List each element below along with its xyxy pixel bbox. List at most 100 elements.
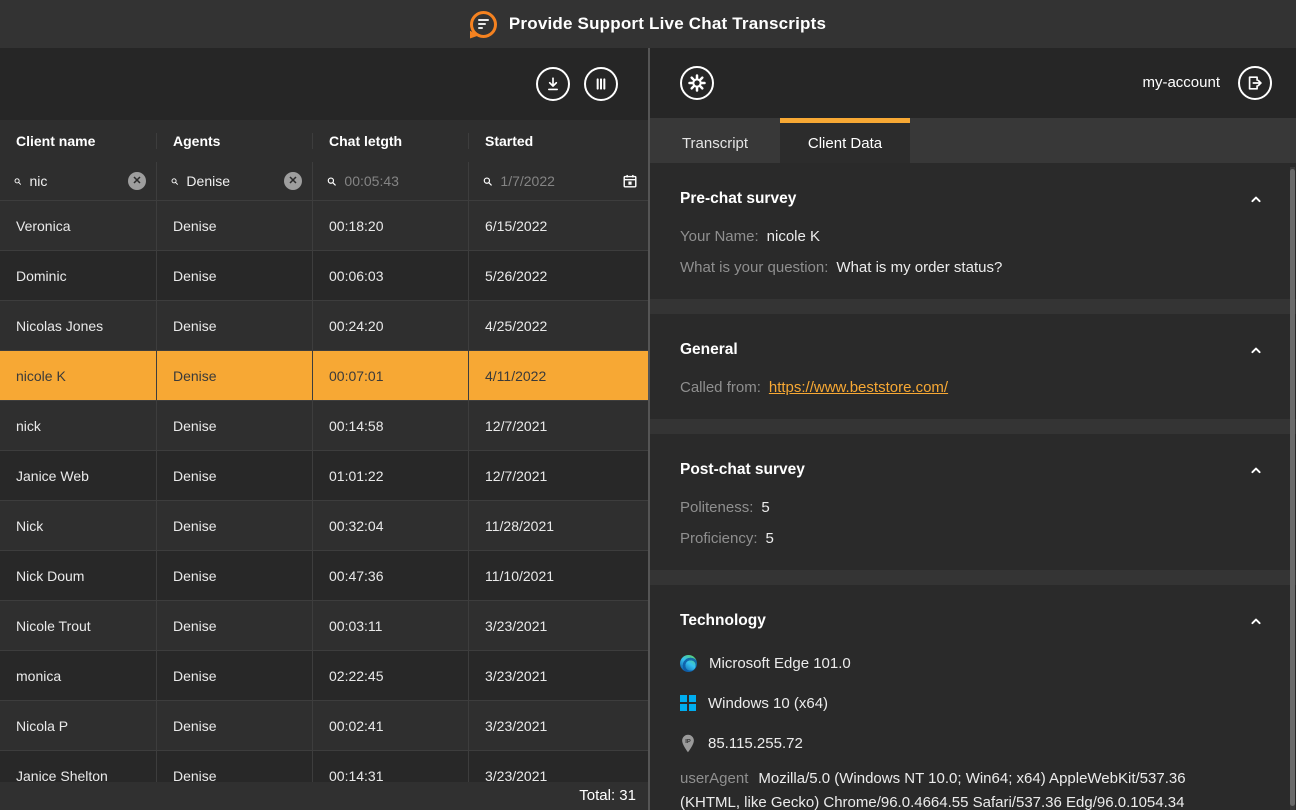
section-general: General Called from:https://www.beststor… — [650, 314, 1296, 419]
table-row[interactable]: Nick DoumDenise00:47:3611/10/2021 — [0, 550, 648, 600]
tech-user-agent: userAgentMozilla/5.0 (Windows NT 10.0; W… — [680, 767, 1225, 810]
section-pre-chat-survey: Pre-chat survey Your Name:nicole K What … — [650, 163, 1296, 299]
search-icon — [171, 174, 178, 189]
cell-client: Veronica — [0, 201, 156, 250]
logout-icon — [1245, 73, 1265, 93]
cell-length: 00:03:11 — [312, 601, 468, 650]
table-row[interactable]: Nicola PDenise00:02:413/23/2021 — [0, 700, 648, 750]
cell-agent: Denise — [156, 551, 312, 600]
started-filter-input[interactable] — [500, 173, 614, 189]
tech-browser-value: Microsoft Edge 101.0 — [709, 655, 851, 672]
cell-agent: Denise — [156, 601, 312, 650]
cell-started: 4/11/2022 — [468, 351, 648, 400]
calendar-picker-button[interactable] — [622, 173, 638, 189]
called-from-link[interactable]: https://www.beststore.com/ — [769, 379, 948, 396]
cell-agent: Denise — [156, 401, 312, 450]
user-agent-value: Mozilla/5.0 (Windows NT 10.0; Win64; x64… — [680, 770, 1186, 810]
list-toolbar — [0, 48, 648, 120]
tech-ip-value: 85.115.255.72 — [708, 735, 803, 752]
table-row[interactable]: Nicole TroutDenise00:03:113/23/2021 — [0, 600, 648, 650]
chevron-up-icon — [1248, 191, 1264, 207]
chat-length-filter-input[interactable] — [344, 173, 458, 189]
table-row[interactable]: monicaDenise02:22:453/23/2021 — [0, 650, 648, 700]
agents-filter-input[interactable] — [186, 173, 276, 189]
agents-filter: ✕ — [156, 162, 312, 200]
search-icon — [483, 174, 492, 189]
user-agent-label: userAgent — [680, 770, 748, 787]
svg-text:IP: IP — [685, 739, 691, 745]
tab-transcript[interactable]: Transcript — [650, 118, 780, 164]
client-name-filter-input[interactable] — [30, 173, 121, 189]
field-label: Proficiency: — [680, 530, 758, 547]
settings-button[interactable] — [680, 66, 714, 100]
field-value: 5 — [766, 530, 774, 547]
search-icon — [14, 174, 22, 189]
edge-browser-icon — [680, 655, 697, 672]
cell-started: 3/23/2021 — [468, 701, 648, 750]
transcript-rows: VeronicaDenise00:18:206/15/2022DominicDe… — [0, 200, 648, 810]
scrollbar-track[interactable] — [1290, 167, 1295, 810]
cell-client: nick — [0, 401, 156, 450]
scrollbar-thumb[interactable] — [1290, 169, 1295, 806]
cell-started: 11/10/2021 — [468, 551, 648, 600]
cell-started: 3/23/2021 — [468, 651, 648, 700]
client-name-filter: ✕ — [0, 162, 156, 200]
column-header-chat-length: Chat letgth — [312, 133, 468, 149]
logout-button[interactable] — [1238, 66, 1272, 100]
search-icon — [327, 174, 336, 189]
table-row[interactable]: DominicDenise00:06:035/26/2022 — [0, 250, 648, 300]
download-button[interactable] — [536, 67, 570, 101]
provide-support-logo-icon — [470, 11, 497, 38]
field-politeness: Politeness:5 — [680, 492, 1266, 523]
field-label: Your Name: — [680, 228, 759, 245]
gear-icon — [687, 73, 707, 93]
clear-client-filter-button[interactable]: ✕ — [128, 172, 146, 190]
section-technology: Technology Microsoft Edge 101.0 Windows … — [650, 585, 1296, 810]
cell-length: 00:02:41 — [312, 701, 468, 750]
clear-agents-filter-button[interactable]: ✕ — [284, 172, 302, 190]
collapse-section-button[interactable] — [1246, 611, 1266, 631]
cell-client: Nick Doum — [0, 551, 156, 600]
cell-length: 00:32:04 — [312, 501, 468, 550]
table-header: Client name Agents Chat letgth Started ✕… — [0, 120, 648, 200]
columns-filter-button[interactable] — [584, 67, 618, 101]
section-post-chat-survey: Post-chat survey Politeness:5 Proficienc… — [650, 434, 1296, 570]
chevron-up-icon — [1248, 342, 1264, 358]
table-footer: Total: 31 — [0, 782, 648, 810]
app-bar: Provide Support Live Chat Transcripts — [0, 0, 1296, 48]
cell-client: Nicola P — [0, 701, 156, 750]
cell-agent: Denise — [156, 301, 312, 350]
field-proficiency: Proficiency: 5 — [680, 523, 1266, 554]
windows-logo-icon — [680, 695, 696, 711]
cell-length: 00:06:03 — [312, 251, 468, 300]
collapse-section-button[interactable] — [1246, 340, 1266, 360]
tab-client-data[interactable]: Client Data — [780, 118, 910, 164]
cell-agent: Denise — [156, 501, 312, 550]
cell-length: 01:01:22 — [312, 451, 468, 500]
collapse-section-button[interactable] — [1246, 189, 1266, 209]
cell-client: monica — [0, 651, 156, 700]
section-title: Pre-chat survey — [680, 190, 796, 208]
table-row[interactable]: nickDenise00:14:5812/7/2021 — [0, 400, 648, 450]
chat-length-filter — [312, 162, 468, 200]
cell-length: 00:18:20 — [312, 201, 468, 250]
table-row[interactable]: Nicolas JonesDenise00:24:204/25/2022 — [0, 300, 648, 350]
cell-started: 12/7/2021 — [468, 451, 648, 500]
cell-agent: Denise — [156, 201, 312, 250]
table-row[interactable]: VeronicaDenise00:18:206/15/2022 — [0, 200, 648, 250]
tech-os-value: Windows 10 (x64) — [708, 695, 828, 712]
client-data-content: Pre-chat survey Your Name:nicole K What … — [650, 163, 1296, 810]
cell-length: 00:47:36 — [312, 551, 468, 600]
field-label: Called from: — [680, 379, 761, 396]
cell-length: 00:14:58 — [312, 401, 468, 450]
collapse-section-button[interactable] — [1246, 460, 1266, 480]
ip-pin-icon: IP — [680, 734, 696, 753]
cell-client: nicole K — [0, 351, 156, 400]
cell-started: 3/23/2021 — [468, 601, 648, 650]
table-row[interactable]: nicole KDenise00:07:014/11/2022 — [0, 350, 648, 400]
tab-client-data-label: Client Data — [808, 135, 882, 152]
section-title: Post-chat survey — [680, 461, 805, 479]
tech-os: Windows 10 (x64) — [680, 683, 1266, 723]
table-row[interactable]: Janice WebDenise01:01:2212/7/2021 — [0, 450, 648, 500]
table-row[interactable]: NickDenise00:32:0411/28/2021 — [0, 500, 648, 550]
